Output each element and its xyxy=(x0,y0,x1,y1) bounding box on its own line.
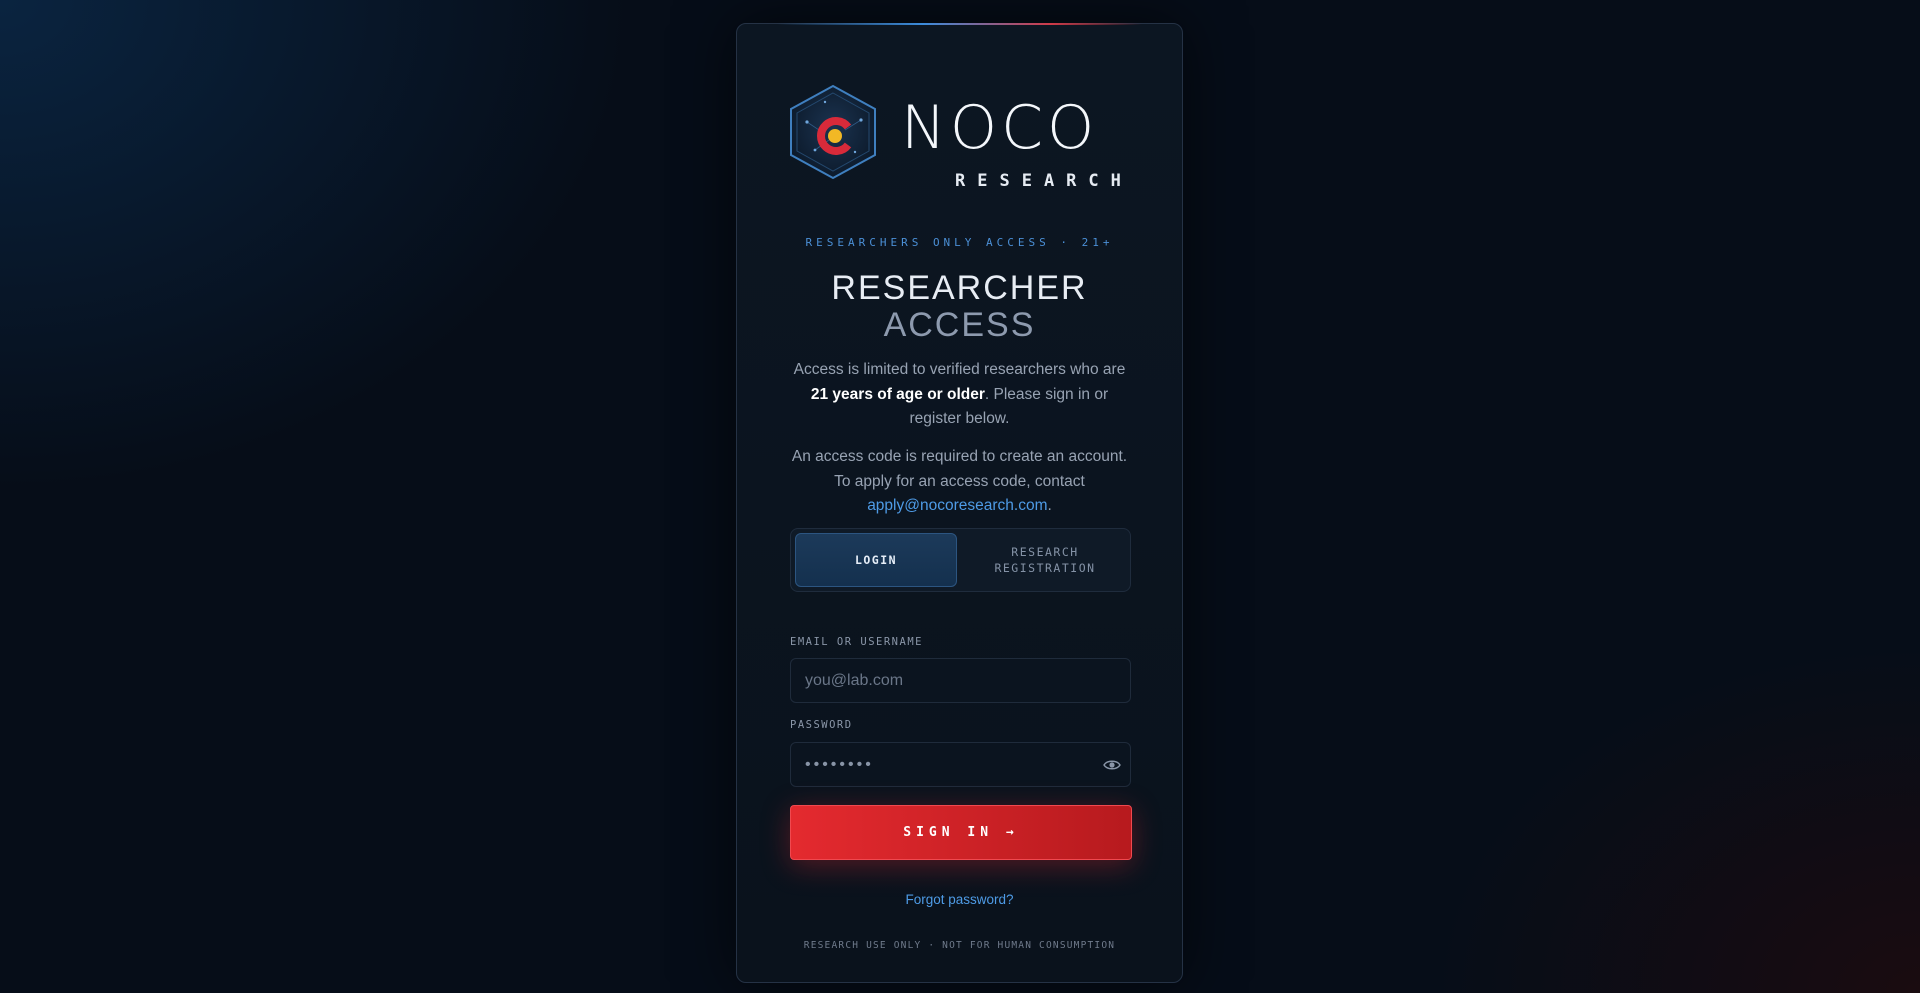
brand-logo: NOCO RESEARCH xyxy=(785,82,1145,190)
eye-icon[interactable] xyxy=(1103,757,1121,773)
password-label: PASSWORD xyxy=(790,719,853,731)
access-code-body: An access code is required to create an … xyxy=(791,448,1128,490)
page-title-line1: RESEARCHER xyxy=(831,269,1088,307)
auth-tabs: LOGIN RESEARCH REGISTRATION xyxy=(790,528,1131,592)
card-accent-line xyxy=(777,23,1142,25)
tab-login[interactable]: LOGIN xyxy=(795,533,957,587)
forgot-password-link[interactable]: Forgot password? xyxy=(737,892,1182,907)
research-disclaimer: RESEARCH USE ONLY · NOT FOR HUMAN CONSUM… xyxy=(803,940,1116,951)
brand-name: NOCO xyxy=(901,93,1099,163)
intro-text: Access is limited to verified researcher… xyxy=(789,358,1130,432)
access-code-suffix: . xyxy=(1047,497,1052,514)
page-title-line2: ACCESS xyxy=(883,306,1036,344)
email-label: EMAIL OR USERNAME xyxy=(790,636,923,648)
email-field[interactable] xyxy=(790,658,1131,703)
tab-research-registration[interactable]: RESEARCH REGISTRATION xyxy=(964,533,1126,587)
brand-subtitle: RESEARCH xyxy=(955,171,1133,191)
intro-text-start: Access is limited to verified researcher… xyxy=(793,361,1126,378)
access-eyebrow: RESEARCHERS ONLY ACCESS · 21+ xyxy=(805,236,1114,249)
password-field[interactable] xyxy=(790,742,1131,787)
intro-age-requirement: 21 years of age or older xyxy=(810,385,985,403)
access-code-text: An access code is required to create an … xyxy=(789,445,1130,519)
hexagon-colorado-c-icon xyxy=(790,84,876,180)
login-card: NOCO RESEARCH RESEARCHERS ONLY ACCESS · … xyxy=(736,23,1183,983)
sign-in-button[interactable]: SIGN IN → xyxy=(790,805,1132,860)
apply-email-link[interactable]: apply@nocoresearch.com xyxy=(867,497,1047,514)
